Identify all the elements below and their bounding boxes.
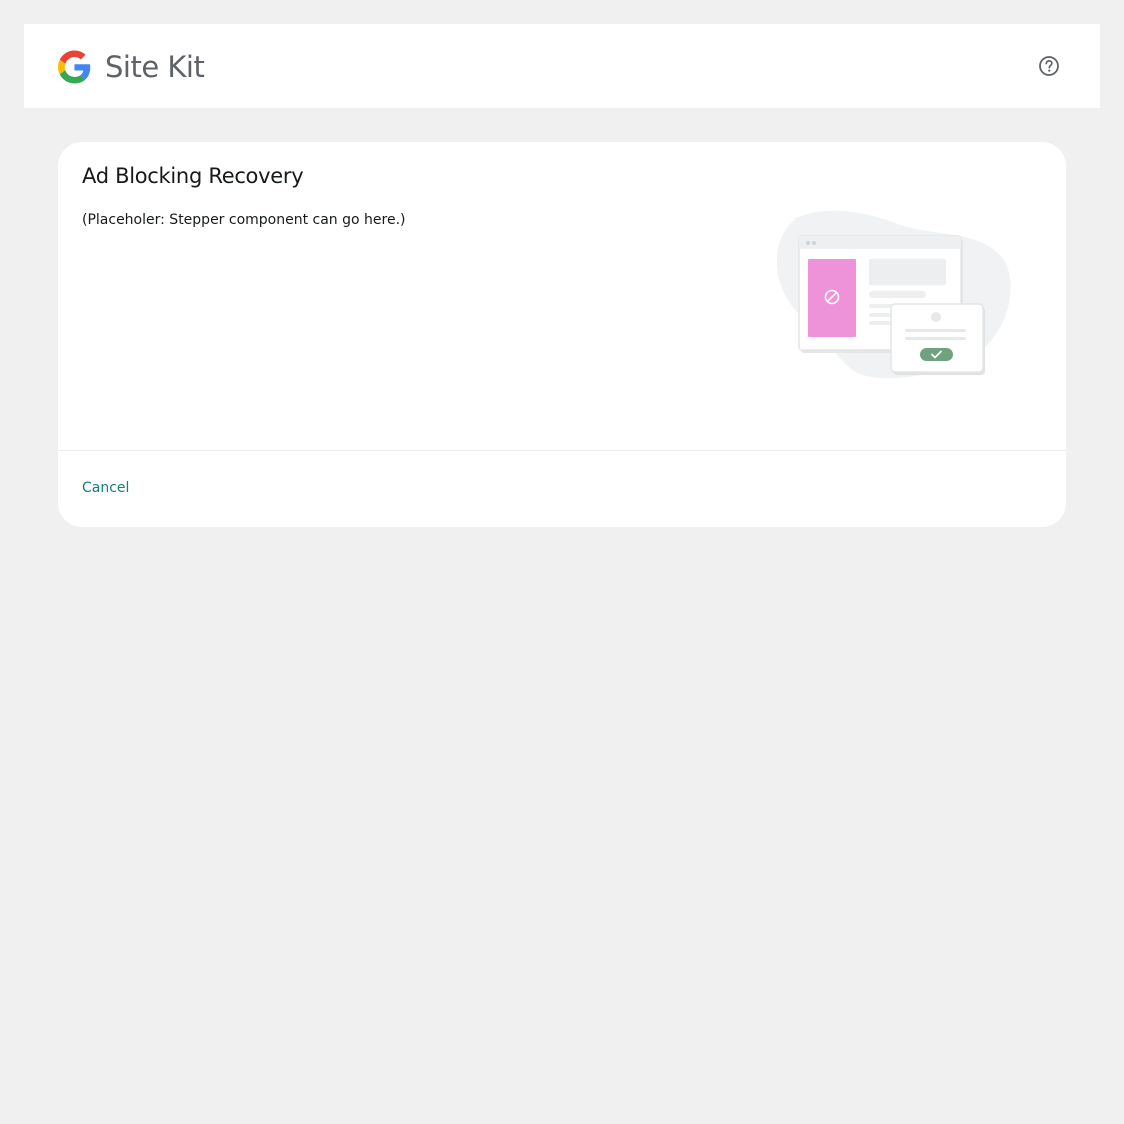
site-header: Site Kit (24, 24, 1100, 108)
ad-blocking-recovery-card: Ad Blocking Recovery (Placeholer: Steppe… (58, 142, 1066, 527)
allow-ads-button-shape (920, 348, 953, 361)
logo-word-site: Site (105, 50, 159, 84)
card-footer-divider (58, 450, 1066, 451)
stepper-placeholder-text: (Placeholer: Stepper component can go he… (82, 212, 406, 228)
logo-word-kit: Kit (167, 50, 205, 84)
google-g-icon (58, 50, 91, 84)
cancel-button[interactable]: Cancel (82, 480, 129, 496)
help-button[interactable] (1038, 55, 1060, 77)
page-title: Ad Blocking Recovery (82, 164, 304, 188)
ad-blocking-illustration (768, 208, 1013, 383)
site-kit-wordmark: Site Kit (105, 50, 205, 84)
help-circle-icon (1039, 56, 1059, 76)
site-kit-logo: Site Kit (58, 50, 205, 84)
